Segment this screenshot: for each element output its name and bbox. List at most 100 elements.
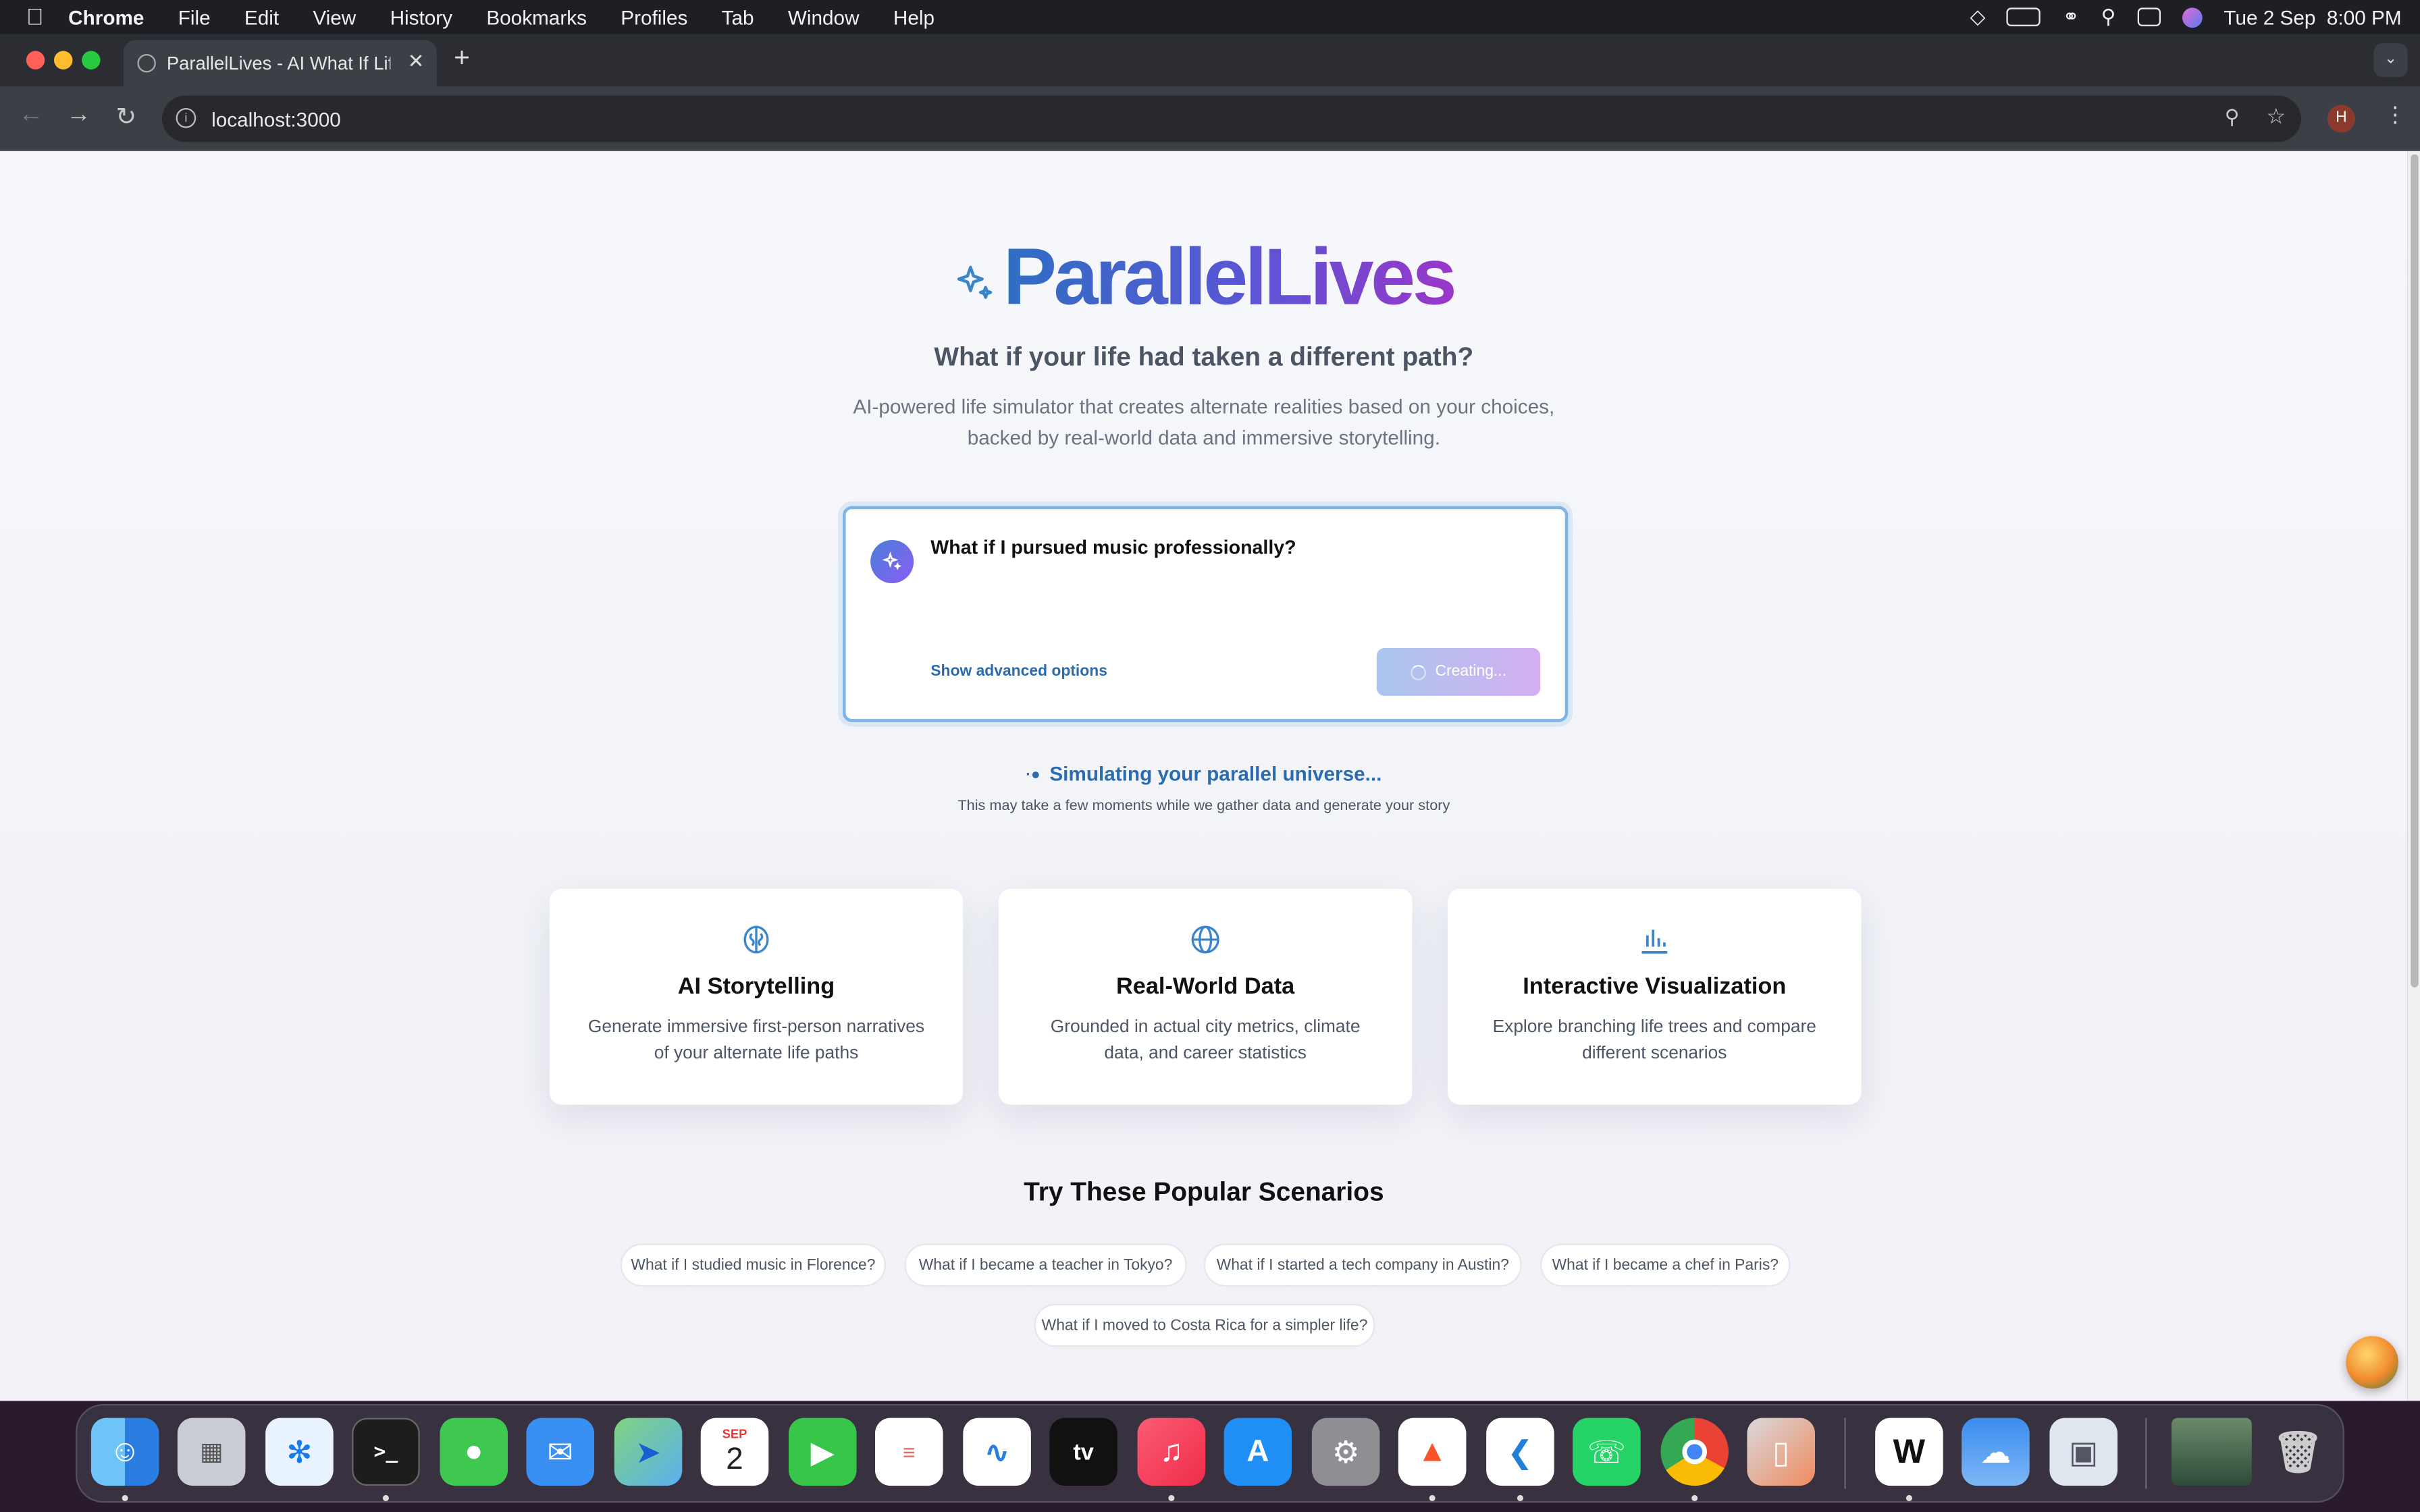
running-indicator (1168, 1494, 1175, 1501)
preview-icon[interactable]: ▣ (2049, 1418, 2118, 1486)
menu-help[interactable]: Help (893, 5, 935, 28)
music-icon[interactable]: ♫ (1137, 1418, 1206, 1486)
feature-desc-line-2: different scenarios (1582, 1044, 1727, 1063)
reminders-icon[interactable]: ≡ (874, 1418, 943, 1486)
menu-clock[interactable]: Tue 2 Sep 8:00 PM (2224, 5, 2401, 28)
calendar-month: SEP (722, 1427, 747, 1441)
tab-close-icon[interactable]: ✕ (408, 49, 425, 74)
siri-icon[interactable] (2182, 7, 2203, 27)
finder-icon[interactable]: ☺ (90, 1418, 159, 1486)
feature-desc-line-2: of your alternate life paths (654, 1044, 859, 1063)
site-info-icon[interactable]: i (176, 107, 196, 128)
writing-app-icon[interactable]: W (1875, 1418, 1943, 1486)
layers-icon[interactable]: ◇ (1970, 5, 1986, 30)
apple-tv-label: tv (1073, 1438, 1094, 1465)
terminal-icon[interactable]: >_ (352, 1418, 420, 1486)
bookmark-star-icon[interactable]: ☆ (2266, 103, 2286, 130)
brain-icon (550, 923, 964, 965)
calendar-icon[interactable]: SEP 2 (700, 1418, 769, 1486)
menu-history[interactable]: History (390, 5, 452, 28)
feature-desc-line-1: Generate immersive first-person narrativ… (587, 1018, 925, 1037)
zoom-icon[interactable]: ⚲ (2225, 105, 2240, 130)
spinner-icon (1410, 664, 1426, 680)
downloads-stack-icon[interactable] (2171, 1418, 2252, 1486)
running-indicator (122, 1494, 128, 1501)
more-menu-icon[interactable]: ⋮ (2384, 102, 2406, 128)
logo-text: ParallelLives (1003, 233, 1457, 323)
running-indicator (1905, 1494, 1912, 1501)
feature-card-storytelling: AI Storytelling Generate immersive first… (549, 888, 964, 1105)
scenario-chip[interactable]: What if I became a teacher in Tokyo? (904, 1243, 1187, 1287)
floating-assistant-icon[interactable] (2346, 1336, 2398, 1389)
system-settings-icon[interactable]: ⚙ (1311, 1418, 1380, 1486)
feature-desc-line-1: Explore branching life trees and compare (1492, 1018, 1816, 1037)
freeform-icon[interactable]: ∿ (963, 1418, 1031, 1486)
chrome-icon[interactable] (1660, 1418, 1729, 1486)
battery-icon[interactable] (2007, 7, 2041, 26)
menu-file[interactable]: File (178, 5, 211, 28)
minimize-window-button[interactable] (53, 51, 73, 70)
feature-card-visualization: Interactive Visualization Explore branch… (1447, 888, 1862, 1105)
close-window-button[interactable] (26, 51, 45, 70)
address-bar[interactable]: i localhost:3000 ⚲ ☆ (161, 95, 2301, 142)
scenario-chip[interactable]: What if I studied music in Florence? (620, 1243, 886, 1287)
tab-search-icon[interactable]: ⌄ (2373, 43, 2408, 78)
scrollbar-thumb[interactable] (2411, 154, 2419, 988)
weather-icon[interactable]: ☁ (1962, 1418, 2030, 1486)
messages-icon[interactable]: ● (440, 1418, 508, 1486)
new-tab-icon[interactable]: + (454, 42, 470, 74)
menu-tab[interactable]: Tab (722, 5, 754, 28)
safari-icon[interactable]: ✻ (265, 1418, 334, 1486)
mail-icon[interactable]: ✉ (526, 1418, 594, 1486)
scenario-textarea[interactable]: What if I pursued music professionally? (930, 537, 1532, 629)
control-center-icon[interactable] (2137, 7, 2161, 26)
feature-desc: Generate immersive first-person narrativ… (550, 1015, 964, 1068)
feature-desc-line-1: Grounded in actual city metrics, climate (1050, 1018, 1361, 1037)
menu-app-name[interactable]: Chrome (68, 5, 144, 28)
app-store-icon[interactable]: A (1224, 1418, 1292, 1486)
feature-card-data: Real-World Data Grounded in actual city … (998, 888, 1413, 1105)
scenario-chip[interactable]: What if I became a chef in Paris? (1540, 1243, 1791, 1287)
trash-icon[interactable]: 🗑 (2264, 1418, 2332, 1486)
forward-arrow-icon[interactable]: → (66, 102, 91, 130)
maps-icon[interactable]: ➤ (614, 1418, 683, 1486)
iphone-mirroring-icon[interactable]: ▯ (1747, 1418, 1815, 1486)
headline: What if your life had taken a different … (934, 342, 1474, 372)
magic-wand-icon (870, 539, 914, 583)
apple-icon[interactable]:  (26, 4, 44, 30)
create-button[interactable]: Creating... (1376, 647, 1541, 696)
scenario-chip[interactable]: What if I moved to Costa Rica for a simp… (1034, 1303, 1375, 1347)
menu-view[interactable]: View (313, 5, 356, 28)
vscode-icon[interactable]: ❮ (1486, 1418, 1554, 1486)
url-text[interactable]: localhost:3000 (211, 107, 341, 130)
bar-chart-icon (1448, 923, 1862, 965)
apple-tv-icon[interactable]: tv (1049, 1418, 1117, 1486)
link-icon[interactable]: ⚭ (2063, 5, 2080, 30)
launchpad-icon[interactable]: ▦ (177, 1418, 246, 1486)
globe-favicon-icon (137, 53, 156, 73)
facetime-icon[interactable]: ▶ (788, 1418, 857, 1486)
menu-edit[interactable]: Edit (244, 5, 279, 28)
loading-title: Simulating your parallel universe... (1049, 762, 1382, 786)
running-indicator (1691, 1494, 1698, 1501)
zoom-window-button[interactable] (82, 51, 101, 70)
menu-profiles[interactable]: Profiles (621, 5, 687, 28)
profile-avatar[interactable]: H (2327, 105, 2355, 133)
search-icon[interactable]: ⚲ (2101, 5, 2116, 30)
menu-window[interactable]: Window (788, 5, 860, 28)
back-arrow-icon[interactable]: ← (18, 102, 43, 130)
scenario-chip[interactable]: What if I started a tech company in Aust… (1203, 1243, 1522, 1287)
loading-subtitle: This may take a few moments while we gat… (957, 797, 1450, 815)
scenarios-heading: Try These Popular Scenarios (1024, 1177, 1384, 1207)
reload-icon[interactable]: ↻ (115, 102, 136, 133)
browser-toolbar: ← → ↻ i localhost:3000 ⚲ ☆ H ⋮ (0, 86, 2420, 151)
show-advanced-options-link[interactable]: Show advanced options (930, 664, 1107, 680)
feature-title: Real-World Data (1116, 973, 1295, 1000)
running-indicator (1429, 1494, 1436, 1501)
globe-icon (999, 923, 1413, 965)
tab-active[interactable]: ParallelLives - AI What If Life S ✕ (123, 40, 437, 86)
whatsapp-icon[interactable]: ☏ (1573, 1418, 1641, 1486)
brave-icon[interactable]: ▲ (1398, 1418, 1467, 1486)
create-button-label: Creating... (1435, 663, 1506, 680)
menu-bookmarks[interactable]: Bookmarks (486, 5, 587, 28)
